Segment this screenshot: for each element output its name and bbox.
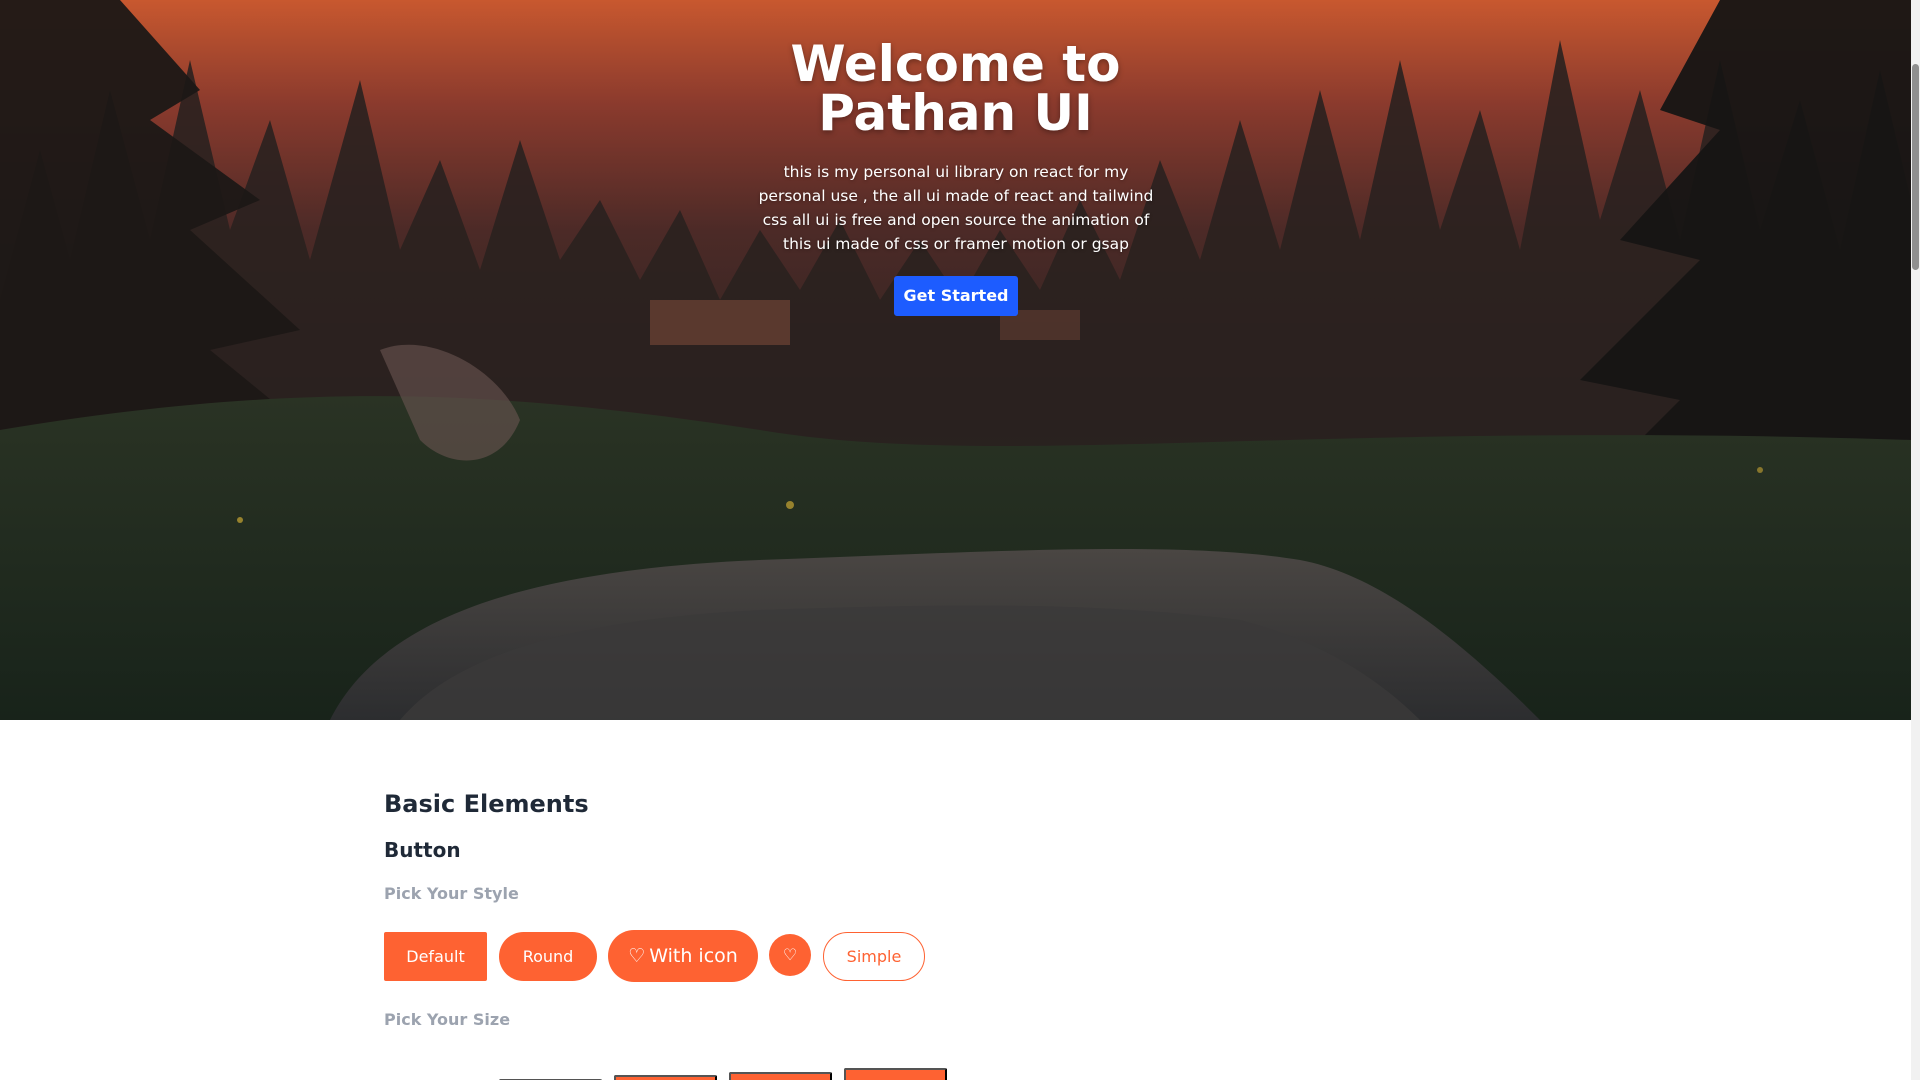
hero-title-line-1: Welcome to — [790, 35, 1121, 93]
round-button[interactable]: Round — [499, 932, 597, 981]
heart-icon: ♡ — [628, 945, 646, 967]
icon-only-button[interactable]: ♡ — [769, 934, 811, 976]
get-started-button[interactable]: Get Started — [894, 276, 1018, 316]
size-button-xl[interactable] — [844, 1068, 947, 1080]
hero-section: Welcome to Pathan UI this is my personal… — [0, 0, 1911, 720]
simple-button[interactable]: Simple — [823, 932, 925, 981]
section-title: Basic Elements — [384, 790, 589, 818]
pick-style-label: Pick Your Style — [384, 884, 519, 903]
page: Welcome to Pathan UI this is my personal… — [0, 0, 1911, 1080]
hero-title-line-2: Pathan UI — [818, 84, 1093, 142]
hero-title: Welcome to Pathan UI — [0, 35, 1911, 142]
vertical-scrollbar[interactable] — [1911, 0, 1920, 1080]
with-icon-button[interactable]: ♡ With icon — [608, 930, 758, 982]
hero-description: this is my personal ui library on react … — [758, 163, 1154, 253]
size-button-lg[interactable] — [729, 1072, 832, 1080]
size-buttons-row — [384, 1054, 984, 1080]
scrollbar-thumb[interactable] — [1912, 64, 1919, 270]
size-button-md[interactable] — [614, 1075, 717, 1080]
default-button[interactable]: Default — [384, 932, 487, 981]
pick-size-label: Pick Your Size — [384, 1010, 511, 1029]
subsection-title: Button — [384, 838, 461, 862]
heart-icon: ♡ — [782, 945, 798, 964]
with-icon-button-label: With icon — [649, 945, 738, 967]
